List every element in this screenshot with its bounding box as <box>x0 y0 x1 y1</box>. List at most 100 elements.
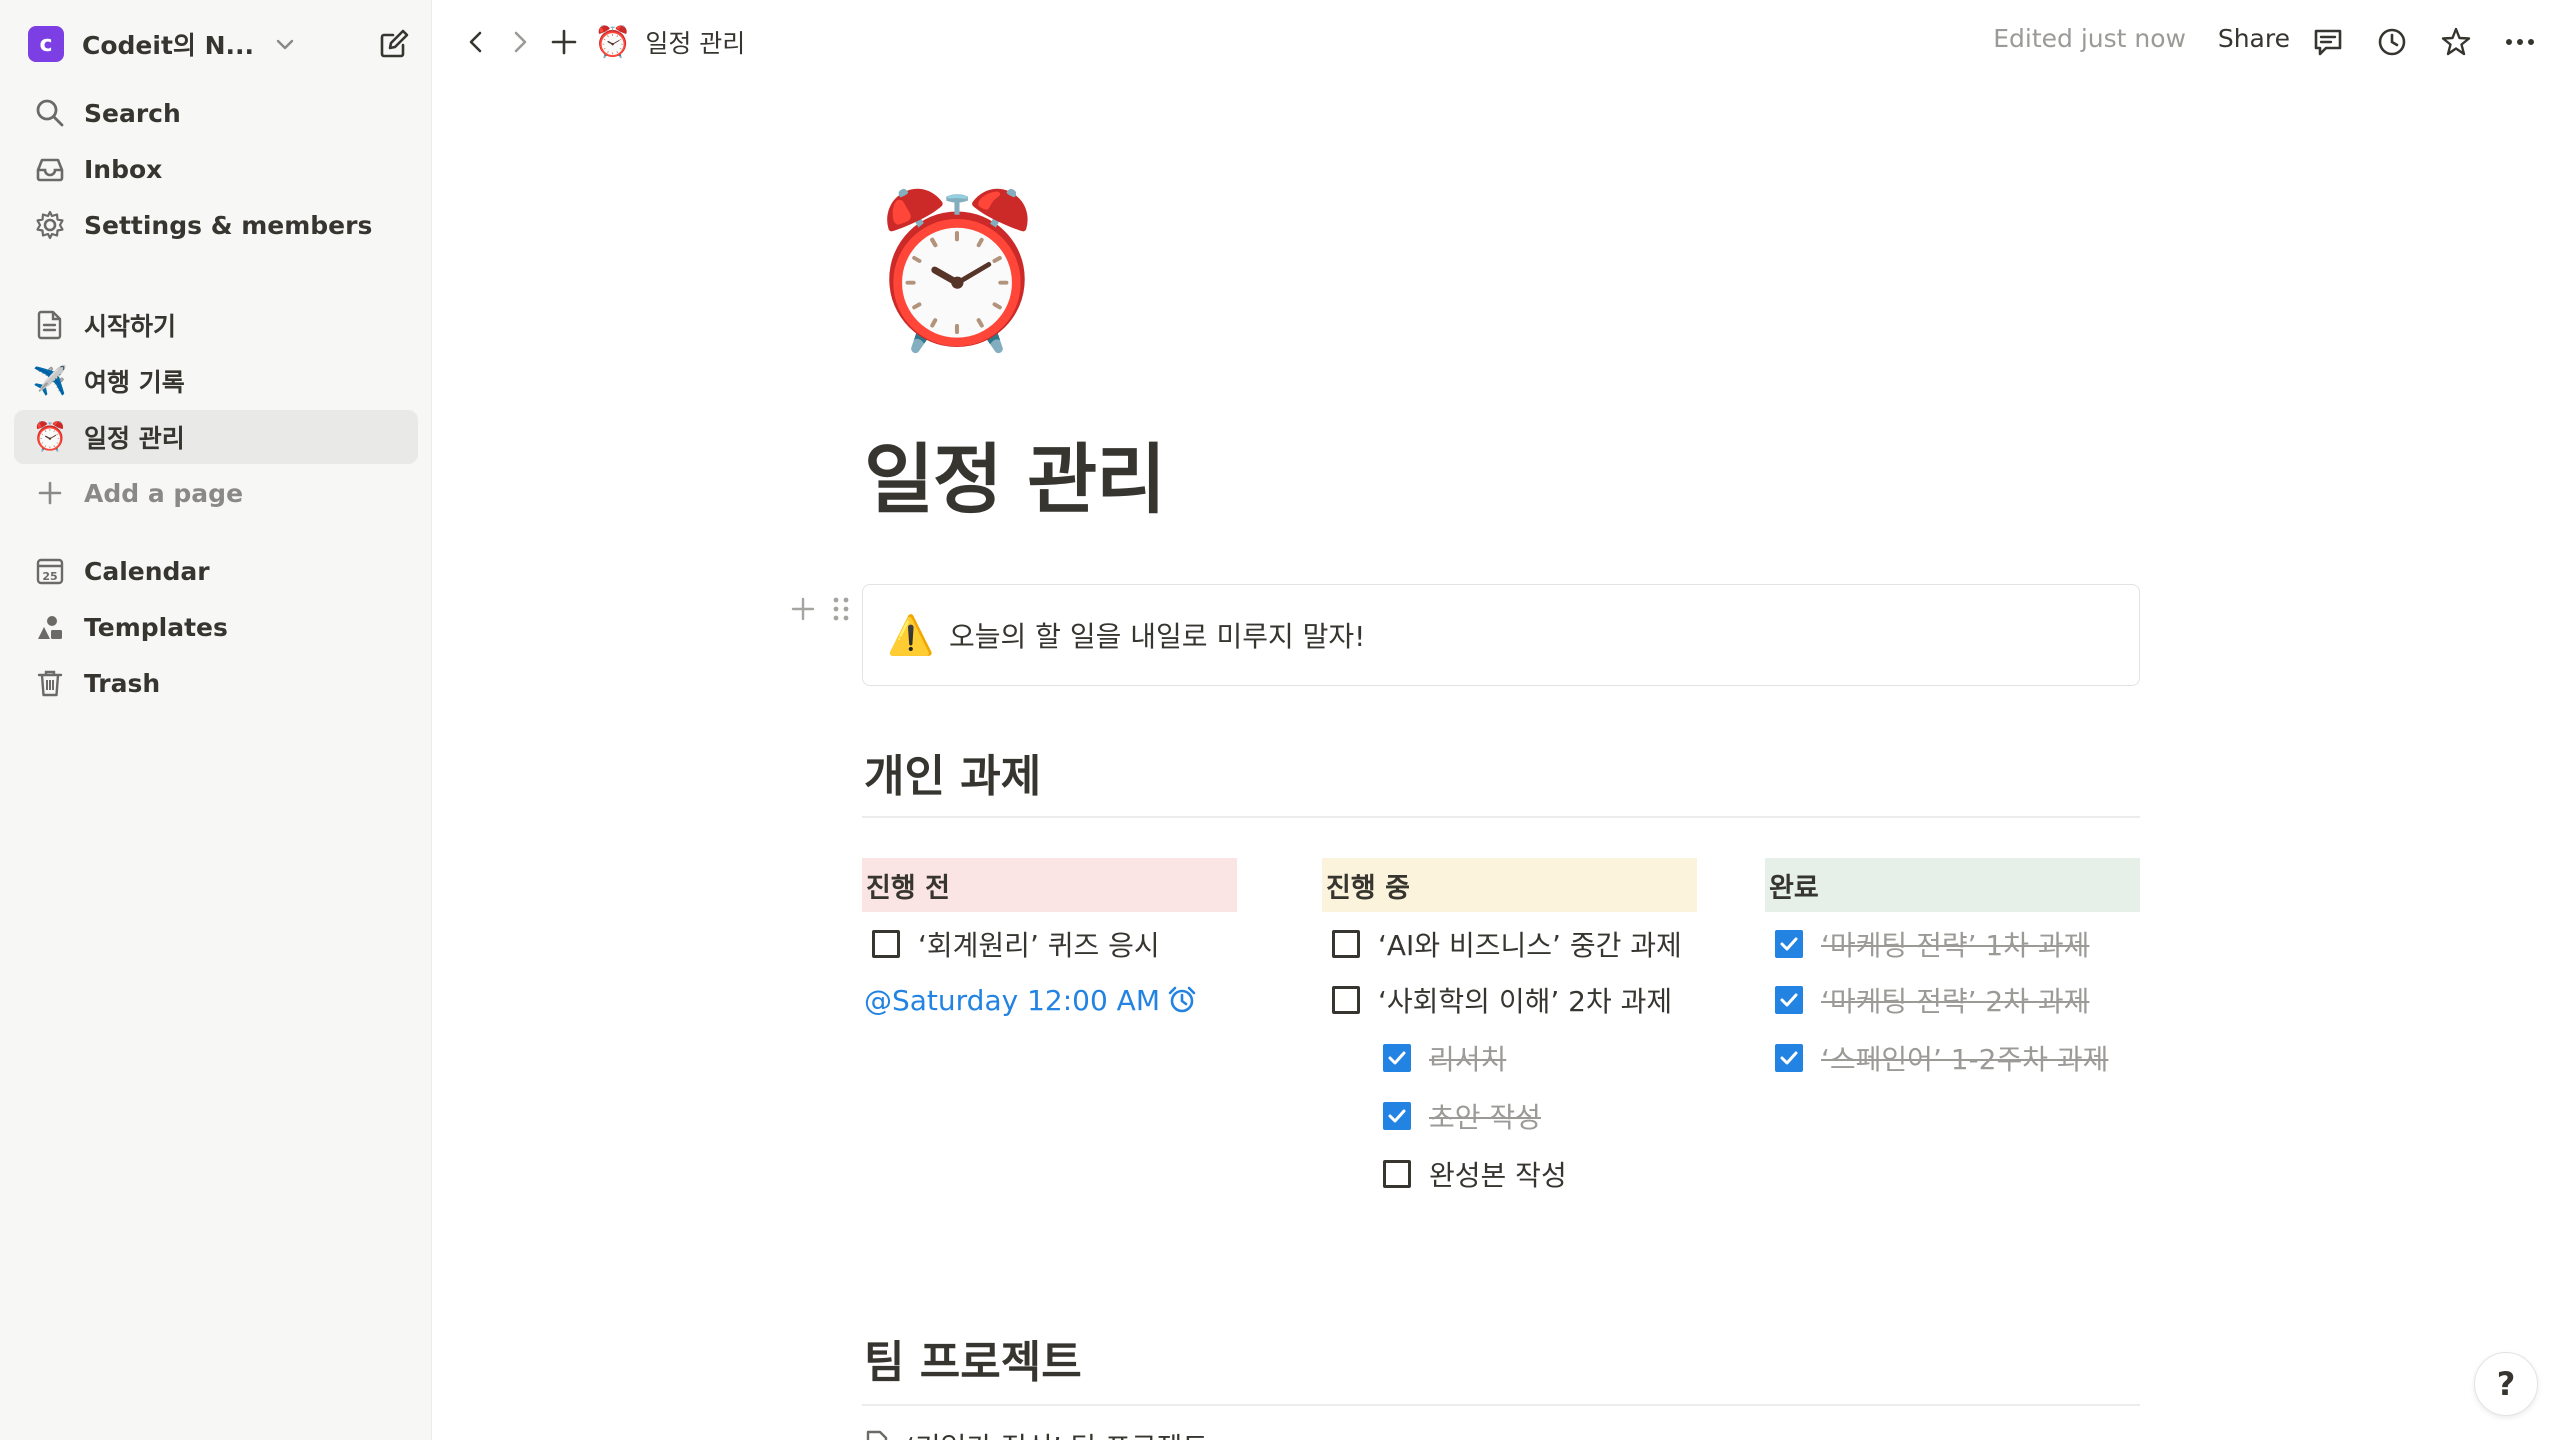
todo-text: ‘마케팅 전략’ 2차 과제 <box>1821 985 2090 1018</box>
column-heading[interactable]: 진행 전 <box>862 858 1237 912</box>
add-page-button[interactable]: Add a page <box>14 466 418 520</box>
todo-item[interactable]: ‘사회학의 이해’ 2차 과제 <box>1332 972 1672 1028</box>
todo-item[interactable]: ‘AI와 비즈니스’ 중간 과제 <box>1332 916 1682 972</box>
sidebar-item-label: Trash <box>84 668 161 698</box>
breadcrumb[interactable]: ⏰ 일정 관리 <box>594 22 745 62</box>
todo-subitem[interactable]: 리서치 <box>1383 1030 1506 1086</box>
forward-button[interactable] <box>500 22 540 62</box>
section-heading-personal[interactable]: 개인 과제 <box>864 740 1041 804</box>
alarm-clock-emoji: ⏰ <box>594 24 632 60</box>
gear-icon <box>32 207 68 243</box>
todo-text: ‘스페인어’ 1-2주차 과제 <box>1821 1043 2109 1076</box>
drag-handle-icon[interactable] <box>830 594 852 628</box>
todo-item[interactable]: ‘마케팅 전략’ 2차 과제 <box>1775 972 2089 1028</box>
page-icon-emoji[interactable]: ⏰ <box>864 196 1051 346</box>
column-heading[interactable]: 완료 <box>1765 858 2140 912</box>
subpage-link[interactable]: ‘기업가 정신’ 팀 프로젝트 <box>862 1426 1208 1440</box>
checkbox-checked[interactable] <box>1775 986 1803 1014</box>
subpage-label: ‘기업가 정신’ 팀 프로젝트 <box>906 1426 1208 1440</box>
page-icon <box>32 307 68 343</box>
add-block-icon[interactable] <box>788 594 818 628</box>
section-heading-team[interactable]: 팀 프로젝트 <box>864 1326 1082 1390</box>
checkmark-icon <box>1780 1051 1798 1065</box>
more-options-button[interactable] <box>2500 22 2540 62</box>
todo-text: ‘사회학의 이해’ 2차 과제 <box>1378 985 1673 1018</box>
more-horizontal-icon <box>2506 39 2534 45</box>
sidebar-item-label: 일정 관리 <box>84 424 185 453</box>
checkbox-checked[interactable] <box>1383 1044 1411 1072</box>
sidebar-item-calendar[interactable]: 25 Calendar <box>14 544 418 598</box>
airplane-emoji: ✈️ <box>32 364 68 397</box>
star-icon <box>2441 27 2471 56</box>
comment-icon <box>2314 29 2342 56</box>
todo-item[interactable]: ‘스페인어’ 1-2주차 과제 <box>1775 1030 2108 1086</box>
workspace-name: Codeit의 N... <box>82 31 255 60</box>
help-button[interactable]: ? <box>2474 1352 2538 1416</box>
sidebar-item-label: Inbox <box>84 154 163 184</box>
todo-text: ‘AI와 비즈니스’ 중간 과제 <box>1378 929 1682 962</box>
callout-block[interactable]: ⚠️ 오늘의 할 일을 내일로 미루지 말자! <box>862 584 2140 686</box>
favorite-button[interactable] <box>2436 22 2476 62</box>
calendar-day: 25 <box>42 570 57 583</box>
checkbox[interactable] <box>1383 1160 1411 1188</box>
date-mention-text: @Saturday 12:00 AM <box>864 983 1160 1017</box>
chevron-left-icon <box>469 31 482 53</box>
history-button[interactable] <box>2372 22 2412 62</box>
sidebar-item-label: 여행 기록 <box>84 368 185 397</box>
alarm-reminder-icon <box>1166 984 1198 1016</box>
checkbox[interactable] <box>1332 930 1360 958</box>
clock-icon <box>2378 28 2406 56</box>
sidebar-item-label: Calendar <box>84 556 210 586</box>
date-mention[interactable]: @Saturday 12:00 AM <box>864 978 1198 1022</box>
checkbox-checked[interactable] <box>1775 930 1803 958</box>
plus-icon <box>32 475 68 511</box>
sidebar-item-travel-log[interactable]: ✈️ 여행 기록 <box>14 354 418 408</box>
todo-subitem[interactable]: 완성본 작성 <box>1383 1146 1567 1202</box>
new-page-button[interactable] <box>544 22 584 62</box>
column-heading[interactable]: 진행 중 <box>1322 858 1697 912</box>
checkbox[interactable] <box>1332 986 1360 1014</box>
sidebar-item-schedule[interactable]: ⏰ 일정 관리 <box>14 410 418 464</box>
breadcrumb-label: 일정 관리 <box>645 29 746 58</box>
column-in-progress: 진행 중 <box>1322 858 1697 912</box>
sidebar-item-getting-started[interactable]: 시작하기 <box>14 298 418 352</box>
comments-button[interactable] <box>2308 22 2348 62</box>
todo-subitem[interactable]: 초안 작성 <box>1383 1088 1541 1144</box>
sidebar-item-label: Settings & members <box>84 210 373 240</box>
inbox-icon <box>32 151 68 187</box>
sidebar-item-label: 시작하기 <box>84 312 177 341</box>
checkmark-icon <box>1780 937 1798 951</box>
sidebar-item-trash[interactable]: Trash <box>14 656 418 710</box>
checkbox-checked[interactable] <box>1383 1102 1411 1130</box>
search-icon <box>32 95 68 131</box>
share-button[interactable]: Share <box>2218 24 2290 53</box>
column-done: 완료 <box>1765 858 2140 912</box>
sidebar-item-search[interactable]: Search <box>14 86 418 140</box>
checkbox[interactable] <box>872 930 900 958</box>
templates-icon <box>32 609 68 645</box>
checkmark-icon <box>1388 1109 1406 1123</box>
todo-item[interactable]: ‘마케팅 전략’ 1차 과제 <box>1775 916 2089 972</box>
new-page-compose-icon[interactable] <box>376 26 412 66</box>
back-button[interactable] <box>456 22 496 62</box>
sidebar-item-templates[interactable]: Templates <box>14 600 418 654</box>
sidebar-item-label: Templates <box>84 612 228 642</box>
checkbox-checked[interactable] <box>1775 1044 1803 1072</box>
checkmark-icon <box>1780 993 1798 1007</box>
todo-text: ‘마케팅 전략’ 1차 과제 <box>1821 929 2090 962</box>
warning-emoji: ⚠️ <box>887 612 935 657</box>
todo-text: 초안 작성 <box>1429 1101 1541 1134</box>
sidebar-item-inbox[interactable]: Inbox <box>14 142 418 196</box>
page-title[interactable]: 일정 관리 <box>864 418 1166 528</box>
trash-icon <box>32 665 68 701</box>
sidebar-item-settings[interactable]: Settings & members <box>14 198 418 252</box>
alarm-clock-emoji: ⏰ <box>32 420 68 453</box>
chevron-down-icon[interactable] <box>274 33 296 55</box>
sidebar-item-label: Search <box>84 98 181 128</box>
column-before: 진행 전 <box>862 858 1237 912</box>
chevron-right-icon <box>514 31 527 53</box>
workspace-logo: c <box>28 26 64 62</box>
sidebar-item-label: Add a page <box>84 478 244 508</box>
workspace-switcher[interactable]: c Codeit의 N... <box>28 24 412 64</box>
todo-item[interactable]: ‘회계원리’ 퀴즈 응시 <box>872 916 1160 972</box>
